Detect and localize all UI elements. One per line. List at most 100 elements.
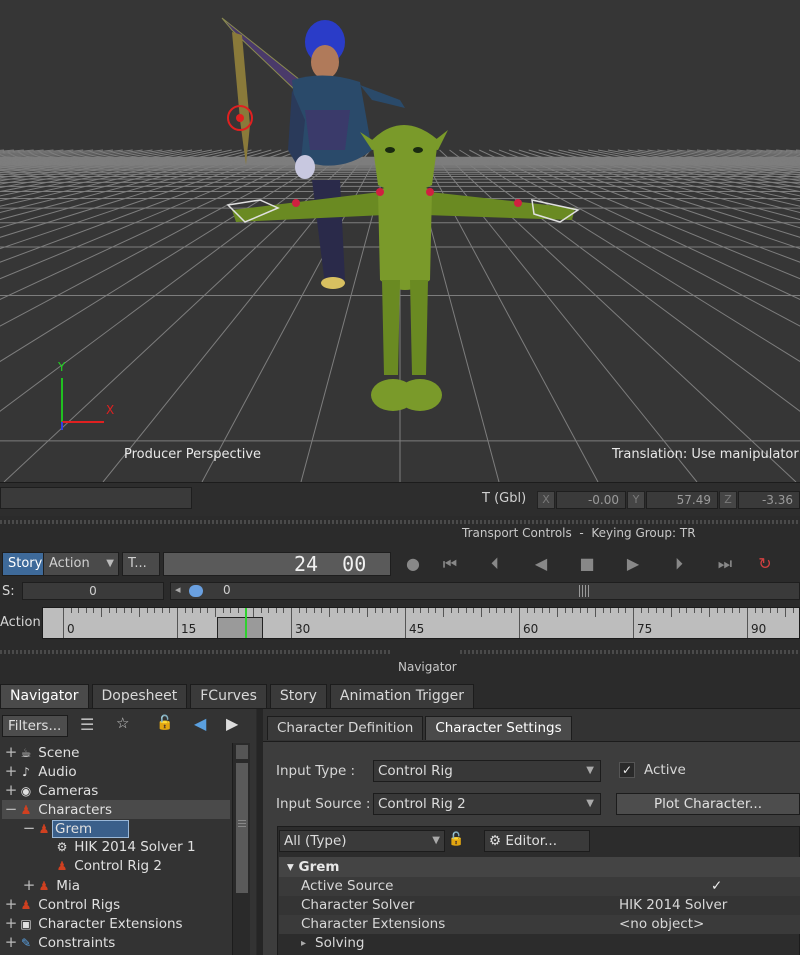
panel-grip[interactable] — [0, 520, 800, 524]
expand-icon[interactable]: + — [4, 743, 18, 762]
slider-handle[interactable] — [189, 585, 203, 597]
expand-icon[interactable]: + — [4, 914, 18, 933]
timeline-tick — [686, 608, 688, 613]
time-format-dropdown[interactable]: T... — [122, 552, 160, 576]
character-panel: Character Definition Character Settings … — [263, 709, 800, 955]
loop-icon[interactable]: ↻ — [748, 552, 782, 576]
input-type-label: Input Type : — [276, 763, 356, 779]
expand-icon[interactable]: + — [22, 876, 36, 895]
stop-icon[interactable]: ■ — [564, 552, 610, 576]
command-line-input[interactable] — [0, 487, 192, 509]
collapse-icon[interactable]: − — [22, 819, 36, 838]
property-row[interactable]: Active Source ✓ — [279, 877, 800, 896]
plot-character-button[interactable]: Plot Character... — [616, 793, 800, 815]
y-coord-field[interactable]: 57.49 — [646, 491, 718, 509]
property-row[interactable]: Character Extensions <no object> — [279, 915, 800, 934]
start-frame-field[interactable]: 0 — [22, 582, 164, 600]
tree-item-control-rigs[interactable]: + ♟ Control Rigs — [2, 895, 230, 914]
active-source-checkbox[interactable]: ✓ — [711, 877, 722, 896]
filters-button[interactable]: Filters... — [2, 715, 68, 737]
tree-item-character-extensions[interactable]: + ▣ Character Extensions — [2, 914, 230, 933]
tree-item-characters[interactable]: − ♟ Characters — [2, 800, 230, 819]
input-type-dropdown[interactable]: Control Rig ▼ — [373, 760, 601, 782]
expand-triangle-icon[interactable]: ▸ — [301, 934, 306, 953]
back-arrow-icon[interactable]: ◀ — [194, 714, 206, 733]
panel-grip[interactable] — [0, 650, 390, 654]
timeline-tick — [587, 608, 589, 613]
record-icon[interactable]: ● — [398, 552, 428, 576]
play-backward-icon[interactable]: ◀ — [518, 552, 564, 576]
tab-story[interactable]: Story — [269, 684, 327, 708]
timeline-ruler[interactable]: 0 15 30 45 60 75 90 — [42, 607, 800, 639]
tree-item-scene[interactable]: + ☕ Scene — [2, 743, 230, 762]
subgroup-solving[interactable]: ▸ Solving — [279, 934, 800, 953]
lock-icon[interactable]: 🔓 — [448, 832, 464, 847]
timeline-tick — [678, 608, 680, 613]
timeline-tick — [754, 608, 756, 613]
timeline-tick — [511, 608, 513, 613]
previous-key-icon[interactable]: ⏴ — [472, 552, 518, 576]
input-source-value: Control Rig 2 — [378, 796, 466, 812]
timeline-cursor-box[interactable] — [217, 617, 263, 638]
next-key-icon[interactable]: ⏵ — [656, 552, 702, 576]
go-to-start-icon[interactable]: ⏮ — [428, 552, 472, 576]
tree-item-control-rig-2[interactable]: ♟ Control Rig 2 — [2, 857, 230, 876]
collapse-icon[interactable]: − — [4, 800, 18, 819]
input-source-label: Input Source : — [276, 796, 371, 812]
current-frame-cursor[interactable] — [245, 608, 248, 638]
slider-left-icon[interactable]: ◂ — [175, 583, 181, 596]
timeline-tick — [237, 608, 239, 613]
tree-item-audio[interactable]: + ♪ Audio — [2, 762, 230, 781]
timeline-tick — [579, 608, 581, 613]
story-mode-button[interactable]: Story — [2, 552, 49, 576]
tree-item-hik-solver[interactable]: ⚙ HIK 2014 Solver 1 — [2, 838, 230, 857]
tab-character-settings[interactable]: Character Settings — [425, 716, 572, 740]
active-checkbox[interactable]: ✓ — [619, 762, 635, 778]
tree-scrollbar[interactable] — [232, 743, 250, 955]
property-row[interactable]: Character Solver HIK 2014 Solver — [279, 896, 800, 915]
forward-arrow-icon[interactable]: ▶ — [226, 714, 238, 733]
panel-grip[interactable] — [460, 650, 800, 654]
timeline-tick — [344, 608, 346, 613]
play-forward-icon[interactable]: ▶ — [610, 552, 656, 576]
timeline-tick — [389, 608, 391, 613]
collapse-triangle-icon[interactable]: ▾ — [287, 859, 294, 875]
expand-icon[interactable]: + — [4, 895, 18, 914]
editor-button[interactable]: ⚙ Editor... — [484, 830, 590, 852]
tab-dopesheet[interactable]: Dopesheet — [91, 684, 188, 708]
property-value[interactable]: <no object> — [619, 915, 704, 934]
input-source-dropdown[interactable]: Control Rig 2 ▼ — [373, 793, 601, 815]
star-cursor-icon[interactable]: ☆ — [116, 714, 129, 732]
type-filter-dropdown[interactable]: All (Type) ▼ — [279, 830, 445, 852]
tab-navigator[interactable]: Navigator — [0, 684, 89, 708]
action-dropdown[interactable]: Action ▼ — [43, 552, 119, 576]
expand-icon[interactable]: + — [4, 933, 18, 952]
group-header-grem[interactable]: ▾ Grem — [279, 857, 800, 877]
x-coord-field[interactable]: -0.00 — [556, 491, 626, 509]
scroll-thumb[interactable] — [236, 763, 248, 893]
lock-icon[interactable]: 🔓 — [156, 715, 173, 731]
slider-grip[interactable] — [579, 585, 589, 597]
list-view-icon[interactable]: ☰ — [80, 715, 94, 734]
frame-counter[interactable]: 24 00 — [163, 552, 391, 576]
active-label: Active — [644, 762, 686, 778]
expand-icon[interactable]: + — [4, 762, 18, 781]
character-icon: ♟ — [38, 822, 50, 836]
tab-character-definition[interactable]: Character Definition — [267, 716, 424, 740]
scroll-up-button[interactable] — [236, 745, 248, 759]
tree-item-constraints[interactable]: + ✎ Constraints — [2, 933, 230, 952]
z-coord-field[interactable]: -3.36 — [738, 491, 800, 509]
y-coord-tag: Y — [627, 491, 645, 509]
tab-fcurves[interactable]: FCurves — [190, 684, 267, 708]
3d-viewport[interactable]: Y X Producer Perspective Translation: Us… — [0, 0, 800, 482]
tab-animation-trigger[interactable]: Animation Trigger — [329, 684, 474, 708]
tree-item-cameras[interactable]: + ◉ Cameras — [2, 781, 230, 800]
expand-icon[interactable]: + — [4, 781, 18, 800]
timeline-tick — [633, 608, 634, 638]
timeline-tick — [154, 608, 156, 613]
tree-item-mia[interactable]: + ♟ Mia — [2, 876, 230, 895]
go-to-end-icon[interactable]: ⏭ — [702, 552, 748, 576]
time-slider[interactable]: ◂ 0 — [170, 582, 800, 600]
tree-item-grem[interactable]: − ♟ Grem — [2, 819, 230, 838]
property-value[interactable]: HIK 2014 Solver — [619, 896, 727, 915]
